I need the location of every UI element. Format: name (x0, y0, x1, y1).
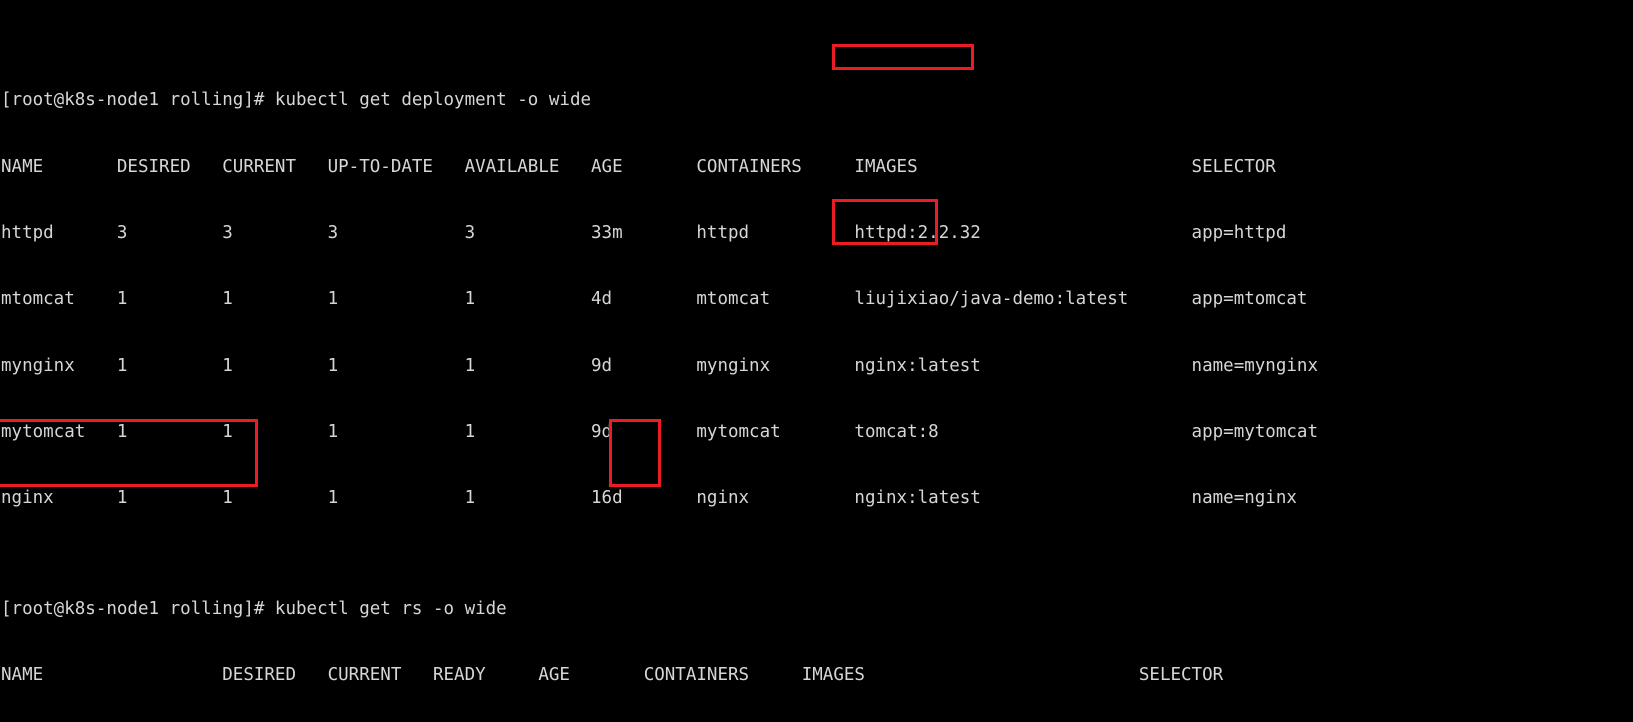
table-row: mtomcat 1 1 1 1 4d mtomcat liujixiao/jav… (1, 289, 1308, 310)
table-row: mynginx 1 1 1 1 9d mynginx nginx:latest … (1, 355, 1318, 376)
table-row: httpd 3 3 3 3 33m httpd httpd:2.2.32 app… (1, 222, 1287, 243)
table-header-deployment: NAME DESIRED CURRENT UP-TO-DATE AVAILABL… (1, 156, 1276, 177)
command-line-replicaset: [root@k8s-node1 rolling]# kubectl get rs… (1, 598, 507, 619)
table-header-replicaset: NAME DESIRED CURRENT READY AGE CONTAINER… (1, 664, 1224, 685)
table-row: nginx 1 1 1 1 16d nginx nginx:latest nam… (1, 488, 1297, 509)
terminal-window[interactable]: [root@k8s-node1 rolling]# kubectl get de… (0, 0, 1633, 722)
table-row: mytomcat 1 1 1 1 9d mytomcat tomcat:8 ap… (1, 421, 1318, 442)
terminal-screen-buffer: [root@k8s-node1 rolling]# kubectl get de… (1, 1, 1571, 722)
command-line-deployment: [root@k8s-node1 rolling]# kubectl get de… (1, 90, 592, 111)
